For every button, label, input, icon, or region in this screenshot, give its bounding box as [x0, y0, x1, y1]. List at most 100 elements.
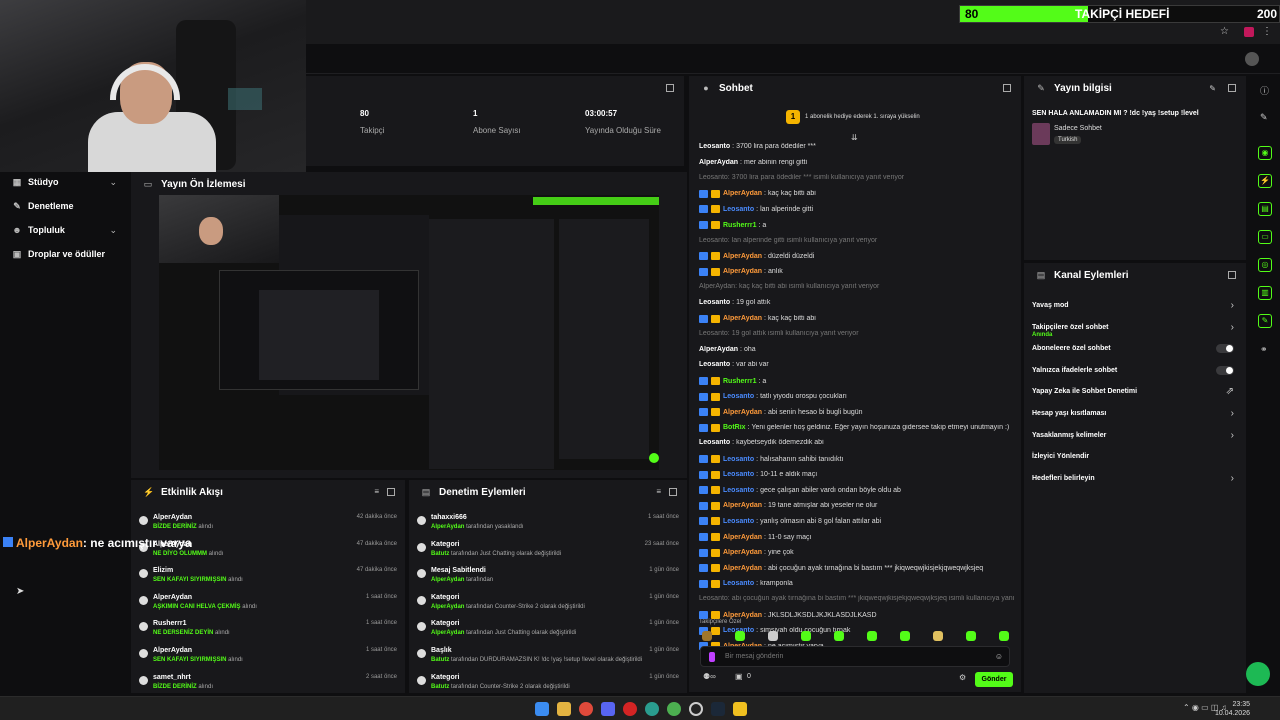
- emote-icon[interactable]: [999, 631, 1009, 641]
- channel-action-label[interactable]: Yalnızca ifadelerle sohbet: [1032, 367, 1117, 374]
- chat-username[interactable]: AlperAydan: [723, 502, 762, 509]
- popout-icon[interactable]: [1003, 84, 1011, 92]
- popout-icon[interactable]: [1228, 84, 1236, 92]
- avatar[interactable]: [1245, 52, 1259, 66]
- document-icon[interactable]: ▤: [1258, 202, 1272, 216]
- chat-username[interactable]: Leosanto: [723, 487, 754, 494]
- channel-action-label[interactable]: Yasaklanmış kelimeler: [1032, 432, 1106, 439]
- chat-username[interactable]: Leosanto: [723, 471, 754, 478]
- camera-icon[interactable]: ◉: [1258, 146, 1272, 160]
- toggle-switch[interactable]: [1216, 365, 1234, 375]
- opera-icon[interactable]: [623, 702, 637, 716]
- moderation-item[interactable]: tahaxxi666 AlperAydan tarafından yasaklan…: [409, 512, 687, 538]
- popout-icon[interactable]: [669, 488, 677, 496]
- chat-username[interactable]: AlperAydan: [723, 253, 762, 260]
- chat-username[interactable]: AlperAydan: [723, 565, 762, 572]
- moderation-item[interactable]: Mesaj Sabitlendi AlperAydan tarafından 1 g…: [409, 565, 687, 591]
- chat-username[interactable]: AlperAydan: [723, 190, 762, 197]
- emote-icon[interactable]: [834, 631, 844, 641]
- send-button[interactable]: Gönder: [975, 672, 1013, 687]
- emote-icon[interactable]: [933, 631, 943, 641]
- steam-icon[interactable]: [711, 702, 725, 716]
- chevron-down-icon[interactable]: ⌄: [109, 177, 117, 188]
- popout-icon[interactable]: [1228, 271, 1236, 279]
- settings-icon[interactable]: ⚙: [959, 673, 966, 682]
- external-link-icon[interactable]: ⇗: [1226, 386, 1234, 397]
- chevron-right-icon[interactable]: ›: [1231, 408, 1234, 419]
- start-icon[interactable]: [535, 702, 549, 716]
- broadcast-icon[interactable]: ◎: [1258, 258, 1272, 272]
- layout-icon[interactable]: ▥: [1258, 286, 1272, 300]
- extension-icon[interactable]: [1244, 27, 1254, 37]
- nav-item-studio[interactable]: ▦ Stüdyo: [12, 177, 59, 187]
- chat-username[interactable]: AlperAydan: [723, 409, 762, 416]
- chat-username[interactable]: Leosanto: [723, 580, 754, 587]
- chevron-right-icon[interactable]: ›: [1231, 430, 1234, 441]
- users-icon[interactable]: ⚉∞: [703, 672, 716, 681]
- nav-item-community[interactable]: ☻ Topluluk: [12, 225, 65, 235]
- chevron-down-icon[interactable]: ⌄: [109, 225, 117, 236]
- moderation-item[interactable]: Başlık Batutz tarafından DURDURAMAZSIN K!…: [409, 645, 687, 671]
- activity-item[interactable]: AlperAydan AŞKIMIN CANI HELVA ÇEKMİŞ alın…: [131, 592, 405, 618]
- popout-icon[interactable]: [387, 488, 395, 496]
- nav-item-moderation[interactable]: ✎ Denetleme: [12, 201, 73, 211]
- app-icon[interactable]: [733, 702, 747, 716]
- chat-username[interactable]: AlperAydan: [723, 612, 762, 619]
- channel-action-label[interactable]: Yavaş mod: [1032, 302, 1069, 309]
- activity-item[interactable]: Elizim SEN KAFAYI SIYIRMIŞSIN alındı 47 da…: [131, 565, 405, 591]
- activity-item[interactable]: AlperAydan SEN KAFAYI SIYIRMIŞSIN alındı 1…: [131, 645, 405, 671]
- info-icon[interactable]: ⓘ: [1260, 84, 1269, 97]
- chevron-right-icon[interactable]: ›: [1231, 473, 1234, 484]
- chat-username[interactable]: BotRix: [723, 424, 746, 431]
- channel-action-label[interactable]: Yapay Zeka ile Sohbet Denetimi: [1032, 388, 1137, 395]
- edge-icon[interactable]: [645, 702, 659, 716]
- emote-icon[interactable]: [801, 631, 811, 641]
- moderation-item[interactable]: Kategori AlperAydan tarafından Counter-St…: [409, 592, 687, 618]
- emote-icon[interactable]: [735, 631, 745, 641]
- channel-action-label[interactable]: İzleyici Yönlendir: [1032, 453, 1089, 460]
- flash-icon[interactable]: ⚡: [1258, 174, 1272, 188]
- chat-username[interactable]: AlperAydan: [723, 268, 762, 275]
- pencil-icon[interactable]: ✎: [1260, 112, 1268, 123]
- filter-icon[interactable]: ≡: [374, 487, 379, 496]
- emote-icon[interactable]: [867, 631, 877, 641]
- emote-icon[interactable]: [900, 631, 910, 641]
- chat-username[interactable]: Leosanto: [723, 393, 754, 400]
- browser-icon[interactable]: [667, 702, 681, 716]
- channel-action-label[interactable]: Hesap yaşı kısıtlaması: [1032, 410, 1106, 417]
- tool-icon[interactable]: ✎: [1258, 314, 1272, 328]
- activity-item[interactable]: AlperAydan BİZDE DERİNİZ alındı 42 dakika …: [131, 512, 405, 538]
- moderation-item[interactable]: Kategori Batutz tarafından Just Chatting …: [409, 539, 687, 565]
- chat-input[interactable]: Bir mesaj gönderin ☺: [700, 646, 1010, 667]
- chevron-right-icon[interactable]: ›: [1231, 300, 1234, 311]
- obs-icon[interactable]: [689, 702, 703, 716]
- chat-username[interactable]: Rusherrr1: [723, 378, 756, 385]
- emoji-icon[interactable]: ☺: [995, 652, 1003, 661]
- activity-item[interactable]: Rusherrr1 NE DERSENİZ DEYİN alındı 1 saat …: [131, 618, 405, 644]
- chat-username[interactable]: AlperAydan: [723, 549, 762, 556]
- toggle-switch[interactable]: [1216, 344, 1234, 354]
- nav-item-drops[interactable]: ▣ Droplar ve ödüller: [12, 249, 105, 259]
- chat-username[interactable]: Rusherrr1: [723, 222, 756, 229]
- chat-username[interactable]: Leosanto: [723, 456, 754, 463]
- chat-username[interactable]: AlperAydan: [699, 346, 738, 353]
- chat-username[interactable]: Leosanto: [723, 518, 754, 525]
- collapse-icon[interactable]: ⇊: [851, 133, 858, 142]
- chat-username[interactable]: Leosanto: [699, 299, 730, 306]
- channel-action-label[interactable]: Takipçilere özel sohbet: [1032, 324, 1109, 331]
- chrome-icon[interactable]: [579, 702, 593, 716]
- moderation-item[interactable]: Kategori AlperAydan tarafından Just Chatt…: [409, 618, 687, 644]
- emote-icon[interactable]: [966, 631, 976, 641]
- chat-username[interactable]: AlperAydan: [723, 534, 762, 541]
- more-icon[interactable]: ⋮: [1262, 26, 1272, 37]
- whatsapp-icon[interactable]: [1246, 662, 1270, 686]
- emote-icon[interactable]: [702, 631, 712, 641]
- edit-icon[interactable]: ✎: [1209, 84, 1216, 93]
- folder-icon[interactable]: [557, 702, 571, 716]
- channel-action-label[interactable]: Hedefleri belirleyin: [1032, 475, 1095, 482]
- message-icon[interactable]: ▭: [1258, 230, 1272, 244]
- popout-icon[interactable]: [666, 84, 674, 92]
- channel-action-label[interactable]: Aboneleere özel sohbet: [1032, 345, 1111, 352]
- chevron-right-icon[interactable]: ›: [1231, 322, 1234, 333]
- link-icon[interactable]: ⚭: [1260, 344, 1268, 355]
